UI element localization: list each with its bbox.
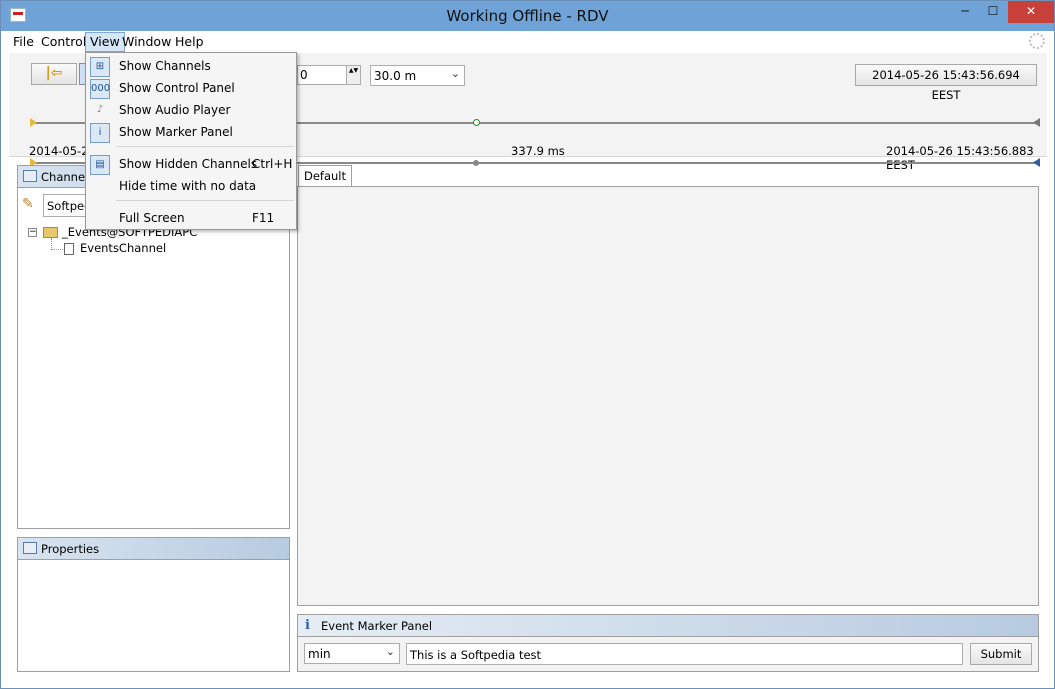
menu-item-label: Show Control Panel xyxy=(119,81,235,95)
hidden-channels-icon: ▤ xyxy=(90,155,110,175)
menu-item-label: Show Hidden Channels xyxy=(119,157,258,171)
menu-item-show-audio-player[interactable]: ♪ Show Audio Player xyxy=(86,99,296,121)
channels-icon: ⊞ xyxy=(90,57,110,77)
client-area: File Control View Window Help |⇦ 0 ▲▼ 30… xyxy=(9,31,1047,683)
tab-default[interactable]: Default xyxy=(298,165,352,187)
menu-item-show-hidden-channels[interactable]: ▤ Show Hidden Channels Ctrl+H xyxy=(86,153,296,175)
current-time-handle[interactable] xyxy=(473,119,480,126)
time-scale-select[interactable]: 30.0 m ⌄ xyxy=(370,65,465,86)
menu-help[interactable]: Help xyxy=(171,32,208,52)
submit-button[interactable]: Submit xyxy=(970,643,1032,665)
marker-unit-value: min xyxy=(308,647,331,661)
control-panel-icon: 000 xyxy=(90,79,110,99)
filter-icon: ✎ xyxy=(22,196,34,212)
menu-item-label: Show Channels xyxy=(119,59,211,73)
channel-file-icon xyxy=(64,243,74,255)
busy-indicator-icon xyxy=(1029,33,1045,49)
menu-item-shortcut: F11 xyxy=(252,211,275,225)
end-marker-handle[interactable] xyxy=(1033,118,1040,127)
menu-bar: File Control View Window Help xyxy=(9,31,1047,53)
menu-item-full-screen[interactable]: Full Screen F11 xyxy=(86,207,296,229)
marker-unit-select[interactable]: min ⌄ xyxy=(304,643,400,664)
event-marker-panel-title: Event Marker Panel xyxy=(321,619,433,633)
duration-label: 337.9 ms xyxy=(511,144,565,158)
menu-control[interactable]: Control xyxy=(37,32,90,52)
menu-item-show-channels[interactable]: ⊞ Show Channels xyxy=(86,55,296,77)
menu-item-shortcut: Ctrl+H xyxy=(252,157,293,171)
menu-item-label: Full Screen xyxy=(119,211,185,225)
start-marker-handle[interactable] xyxy=(30,118,37,127)
event-marker-panel-header: i Event Marker Panel xyxy=(298,615,1038,637)
window-title: Working Offline - RDV xyxy=(446,7,609,25)
menu-item-show-control-panel[interactable]: 000 Show Control Panel xyxy=(86,77,296,99)
audio-player-icon: ♪ xyxy=(96,104,104,115)
spinner-value: 0 xyxy=(300,68,308,82)
minimize-button[interactable]: ─ xyxy=(951,1,979,23)
title-bar[interactable]: Working Offline - RDV ─ ☐ ✕ xyxy=(1,1,1054,31)
event-marker-panel: i Event Marker Panel min ⌄ This is a Sof… xyxy=(297,614,1039,672)
channels-icon xyxy=(23,170,37,182)
current-time-button[interactable]: 2014-05-26 15:43:56.694 EEST xyxy=(855,64,1037,102)
app-window: Working Offline - RDV ─ ☐ ✕ File Control… xyxy=(0,0,1055,689)
data-panel-area xyxy=(297,186,1039,606)
chevron-down-icon: ⌄ xyxy=(385,645,395,658)
playback-rate-spinner[interactable]: 0 ▲▼ xyxy=(297,65,361,85)
go-to-start-button[interactable]: |⇦ xyxy=(31,63,77,85)
tree-node-events-channel[interactable]: EventsChannel xyxy=(80,241,166,255)
chevron-down-icon: ⌄ xyxy=(450,67,460,80)
folder-icon xyxy=(43,227,58,238)
spinner-arrows-icon[interactable]: ▲▼ xyxy=(346,66,360,84)
time-scale-value: 30.0 m xyxy=(374,69,417,83)
marker-text-input[interactable]: This is a Softpedia test xyxy=(406,643,963,665)
properties-panel-header: Properties xyxy=(18,538,289,560)
properties-panel: Properties xyxy=(17,537,290,672)
maximize-button[interactable]: ☐ xyxy=(979,1,1007,23)
tree-expander-icon[interactable]: − xyxy=(28,228,37,237)
menu-item-label: Hide time with no data xyxy=(119,179,257,193)
menu-item-label: Show Audio Player xyxy=(119,103,231,117)
view-menu-dropdown: ⊞ Show Channels 000 Show Control Panel ♪… xyxy=(85,52,297,230)
menu-item-show-marker-panel[interactable]: i Show Marker Panel xyxy=(86,121,296,143)
info-icon: i xyxy=(305,618,310,633)
menu-separator xyxy=(116,146,294,147)
menu-window[interactable]: Window xyxy=(118,32,175,52)
menu-item-hide-time-no-data[interactable]: Hide time with no data xyxy=(86,175,296,197)
menu-file[interactable]: File xyxy=(9,32,38,52)
properties-icon xyxy=(23,542,37,554)
tree-connector xyxy=(51,238,63,250)
close-button[interactable]: ✕ xyxy=(1008,1,1054,23)
data-panel-tabs: Default xyxy=(297,165,1047,187)
info-icon: i xyxy=(90,123,110,143)
menu-item-label: Show Marker Panel xyxy=(119,125,233,139)
marker-text-value: This is a Softpedia test xyxy=(410,648,542,662)
menu-separator xyxy=(116,200,294,201)
properties-panel-title: Properties xyxy=(41,542,100,556)
